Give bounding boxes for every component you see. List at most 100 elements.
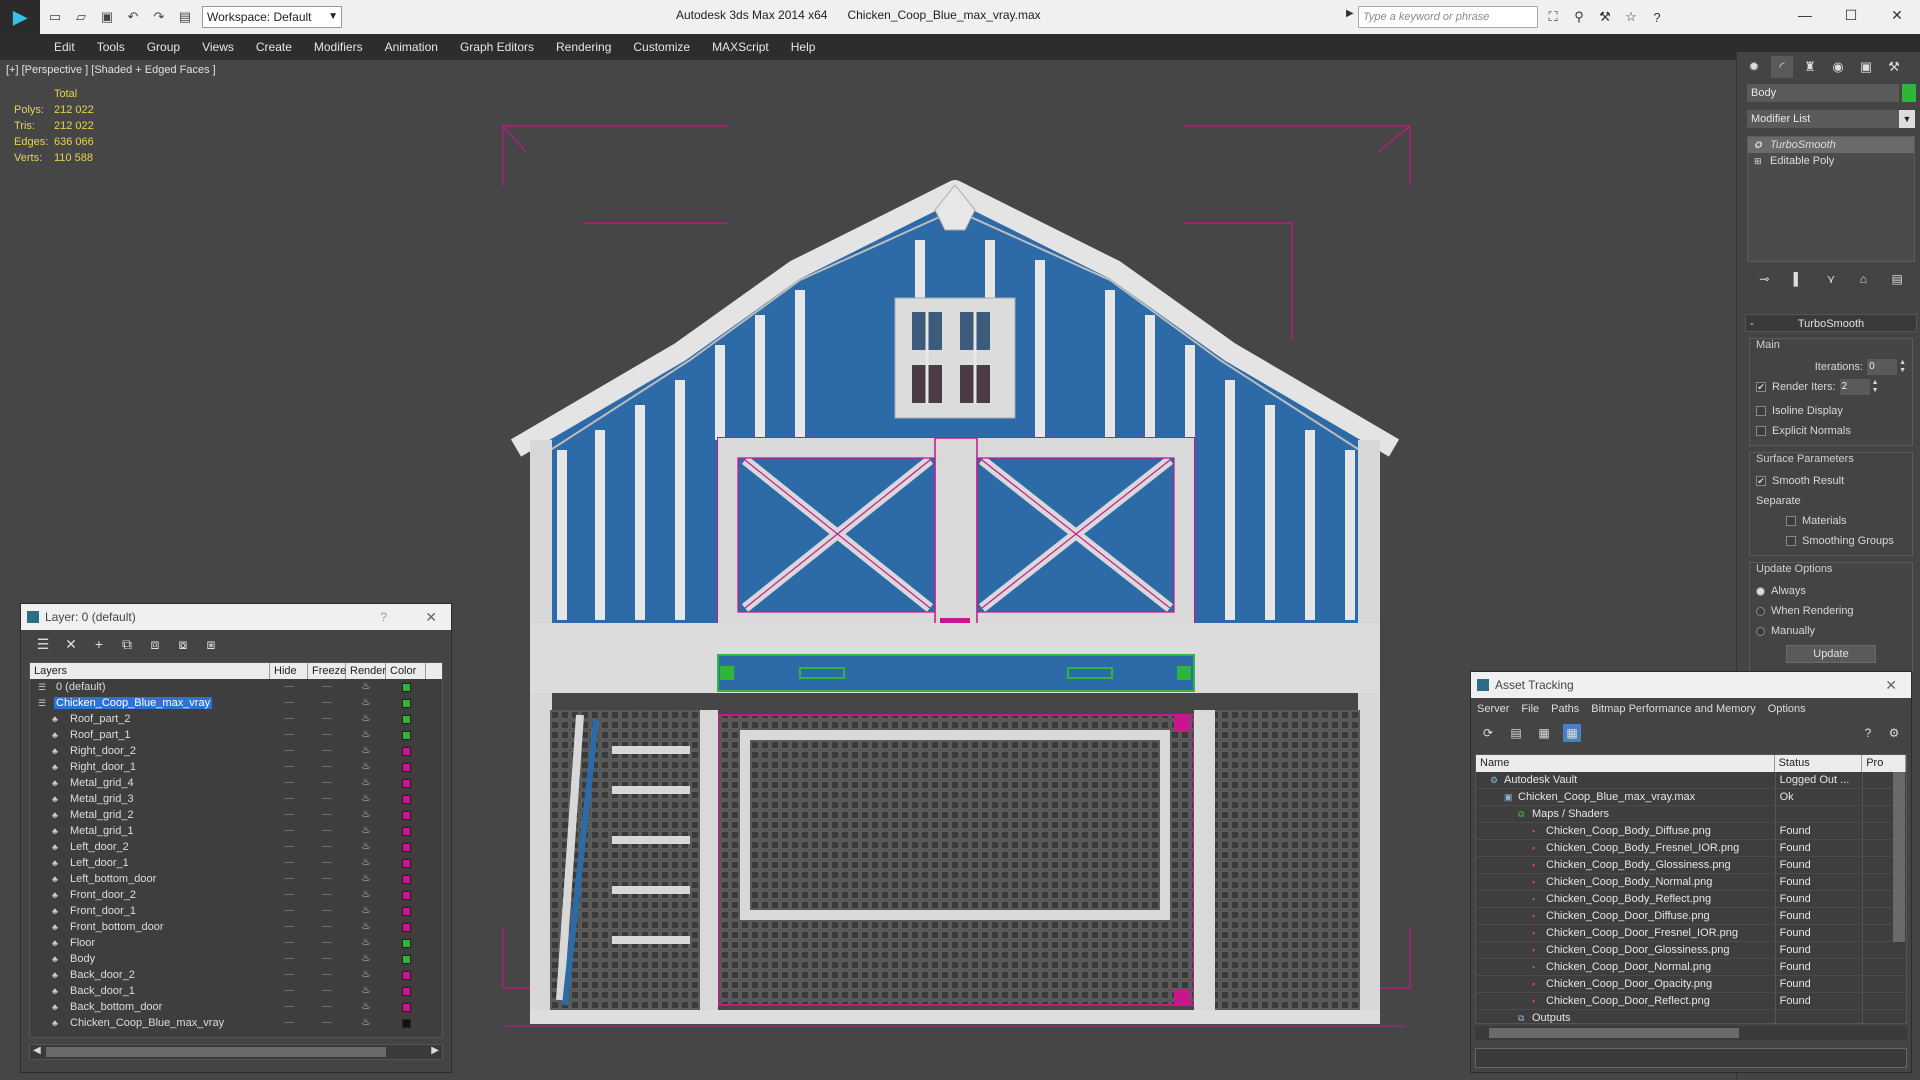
menu-maxscript[interactable]: MAXScript	[712, 40, 769, 54]
freeze-toggle[interactable]: —	[308, 983, 346, 999]
close-icon[interactable]: ✕	[1885, 672, 1897, 698]
hide-toggle[interactable]: —	[270, 791, 308, 807]
col-hide[interactable]: Hide	[270, 663, 308, 679]
asset-row[interactable]: ▪ Chicken_Coop_Door_Glossiness.png Found	[1476, 942, 1906, 959]
hide-toggle[interactable]: —	[270, 967, 308, 983]
asset-name-cell[interactable]: ▪ Chicken_Coop_Body_Glossiness.png	[1476, 857, 1775, 873]
delete-layer-icon[interactable]: ✕	[63, 636, 79, 653]
smooth-result-checkbox[interactable]: ✔	[1756, 476, 1766, 486]
modify-tab-icon[interactable]: ◜	[1771, 56, 1793, 78]
render-teapot-icon[interactable]: ♨	[346, 935, 386, 951]
layer-name-cell[interactable]: ♣ Front_bottom_door	[30, 919, 270, 935]
layer-color-swatch[interactable]	[386, 1015, 426, 1031]
col-color[interactable]: Color	[386, 663, 426, 679]
viewport-label[interactable]: [+] [Perspective ] [Shaded + Edged Faces…	[6, 64, 216, 76]
binoculars-icon[interactable]: ⛶	[1543, 6, 1563, 28]
asset-row[interactable]: ⧉ Outputs	[1476, 1010, 1906, 1023]
when-rendering-radio[interactable]	[1756, 606, 1765, 616]
freeze-toggle[interactable]: —	[308, 887, 346, 903]
freeze-all-icon[interactable]: ⧆	[203, 636, 219, 653]
layer-name-cell[interactable]: ♣ Chicken_Coop_Blue_max_vray	[30, 1015, 270, 1031]
freeze-toggle[interactable]: —	[308, 919, 346, 935]
save-icon[interactable]: ▣	[96, 6, 118, 28]
hide-toggle[interactable]: —	[270, 727, 308, 743]
isoline-display-checkbox[interactable]	[1756, 406, 1766, 416]
render-iters-checkbox[interactable]: ✔	[1756, 382, 1766, 392]
menu-animation[interactable]: Animation	[385, 40, 438, 54]
search-input[interactable]: Type a keyword or phrase	[1358, 6, 1538, 28]
select-objects-icon[interactable]: ⧉	[119, 636, 135, 653]
asset-name-cell[interactable]: ▪ Chicken_Coop_Body_Fresnel_IOR.png	[1476, 840, 1775, 856]
layer-color-swatch[interactable]	[386, 775, 426, 791]
asset-row[interactable]: ▪ Chicken_Coop_Body_Diffuse.png Found	[1476, 823, 1906, 840]
layer-name-cell[interactable]: ☰ 0 (default)	[30, 679, 270, 695]
refresh-icon[interactable]: ⟳	[1479, 724, 1497, 742]
layer-row[interactable]: ♣ Back_door_1— — ♨	[30, 983, 442, 999]
layer-row[interactable]: ♣ Left_door_1— — ♨	[30, 855, 442, 871]
remove-modifier-icon[interactable]: ⌂	[1860, 272, 1867, 286]
explicit-normals-checkbox[interactable]	[1756, 426, 1766, 436]
layer-row[interactable]: ☰ 0 (default) — — ♨	[30, 679, 442, 695]
menu-graph-editors[interactable]: Graph Editors	[460, 40, 534, 54]
layer-row[interactable]: ♣ Right_door_1— — ♨	[30, 759, 442, 775]
new-file-icon[interactable]: ▭	[44, 6, 66, 28]
freeze-toggle[interactable]: —	[308, 775, 346, 791]
asset-menu-paths[interactable]: Paths	[1551, 703, 1579, 715]
col-status[interactable]: Status	[1775, 755, 1863, 772]
layer-color-swatch[interactable]	[386, 983, 426, 999]
freeze-toggle[interactable]: —	[308, 791, 346, 807]
manually-radio[interactable]	[1756, 626, 1765, 636]
freeze-toggle[interactable]: —	[308, 871, 346, 887]
asset-row[interactable]: ▣ Chicken_Coop_Blue_max_vray.max Ok	[1476, 789, 1906, 806]
search-expand-icon[interactable]: ▶	[1346, 8, 1354, 19]
asset-horizontal-scrollbar[interactable]	[1475, 1026, 1907, 1040]
asset-row[interactable]: ▪ Chicken_Coop_Body_Fresnel_IOR.png Found	[1476, 840, 1906, 857]
freeze-toggle[interactable]: —	[308, 727, 346, 743]
layer-color-swatch[interactable]	[386, 823, 426, 839]
render-teapot-icon[interactable]: ♨	[346, 759, 386, 775]
iterations-spinner[interactable]: 0	[1867, 359, 1898, 375]
render-teapot-icon[interactable]: ♨	[346, 839, 386, 855]
freeze-toggle[interactable]: —	[308, 935, 346, 951]
redo-icon[interactable]: ↷	[148, 6, 170, 28]
asset-name-cell[interactable]: ▪ Chicken_Coop_Body_Normal.png	[1476, 874, 1775, 890]
layer-name-cell[interactable]: ♣ Metal_grid_2	[30, 807, 270, 823]
stack-item-turbosmooth[interactable]: ✪ TurboSmooth	[1748, 137, 1914, 153]
asset-menu-file[interactable]: File	[1521, 703, 1539, 715]
render-teapot-icon[interactable]: ♨	[346, 695, 386, 711]
scroll-thumb[interactable]	[1489, 1028, 1739, 1038]
render-teapot-icon[interactable]: ♨	[346, 887, 386, 903]
render-teapot-icon[interactable]: ♨	[346, 679, 386, 695]
smoothing-groups-checkbox[interactable]	[1786, 536, 1796, 546]
col-freeze[interactable]: Freeze	[308, 663, 346, 679]
layer-name-cell[interactable]: ♣ Right_door_2	[30, 743, 270, 759]
layer-color-swatch[interactable]	[386, 919, 426, 935]
hide-toggle[interactable]: —	[270, 919, 308, 935]
asset-row[interactable]: ▪ Chicken_Coop_Door_Diffuse.png Found	[1476, 908, 1906, 925]
asset-row[interactable]: ▪ Chicken_Coop_Body_Reflect.png Found	[1476, 891, 1906, 908]
menu-modifiers[interactable]: Modifiers	[314, 40, 363, 54]
asset-vertical-scrollbar[interactable]	[1893, 772, 1905, 942]
asset-name-cell[interactable]: ▪ Chicken_Coop_Body_Diffuse.png	[1476, 823, 1775, 839]
layer-row[interactable]: ♣ Metal_grid_4— — ♨	[30, 775, 442, 791]
hide-toggle[interactable]: —	[270, 839, 308, 855]
render-teapot-icon[interactable]: ♨	[346, 951, 386, 967]
render-teapot-icon[interactable]: ♨	[346, 919, 386, 935]
help-icon[interactable]: ?	[380, 604, 387, 630]
hide-toggle[interactable]: —	[270, 983, 308, 999]
expand-icon[interactable]: ⊞	[1754, 153, 1762, 169]
hide-toggle[interactable]: —	[270, 823, 308, 839]
render-teapot-icon[interactable]: ♨	[346, 775, 386, 791]
layer-horizontal-scrollbar[interactable]: ◀ ▶	[29, 1044, 443, 1060]
layer-name-cell[interactable]: ♣ Front_door_2	[30, 887, 270, 903]
layer-row[interactable]: ♣ Right_door_2— — ♨	[30, 743, 442, 759]
layer-name-cell[interactable]: ☰ Chicken_Coop_Blue_max_vray	[30, 695, 270, 711]
render-teapot-icon[interactable]: ♨	[346, 791, 386, 807]
layer-name-cell[interactable]: ♣ Floor	[30, 935, 270, 951]
hierarchy-tab-icon[interactable]: ♜	[1799, 56, 1821, 78]
layer-row[interactable]: ♣ Front_door_2— — ♨	[30, 887, 442, 903]
project-folder-icon[interactable]: ▤	[174, 6, 196, 28]
layer-name-cell[interactable]: ♣ Left_door_1	[30, 855, 270, 871]
freeze-toggle[interactable]: —	[308, 743, 346, 759]
open-file-icon[interactable]: ▱	[70, 6, 92, 28]
